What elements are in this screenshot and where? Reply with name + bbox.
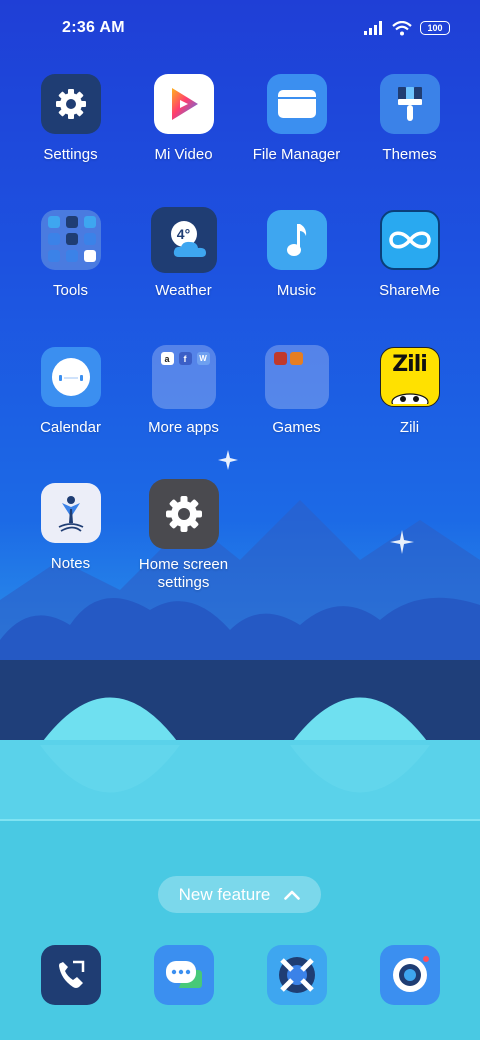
app-label-line1: Home screen [138,556,229,573]
shareme-icon [379,210,440,270]
new-feature-button[interactable]: New feature [158,876,321,913]
zili-logo: Zili [392,352,428,377]
dock-messages[interactable] [154,945,214,1005]
battery-icon: 100 [420,21,450,35]
game-icon [289,352,303,365]
tools-folder-icon [40,210,101,270]
app-mi-video[interactable]: Mi Video [127,74,240,164]
signal-icon [364,21,382,35]
app-file-manager[interactable]: File Manager [240,74,353,164]
facebook-icon: f [178,352,192,365]
zili-icon: Zili [379,347,440,407]
app-shareme[interactable]: ShareMe [353,210,466,300]
brush-icon [379,74,440,134]
amazon-icon: a [160,352,174,365]
camera-icon [393,956,429,992]
app-tools[interactable]: Tools [14,210,127,300]
battery-level: 100 [427,22,443,33]
web-icon: W [196,352,210,365]
app-home-screen-settings[interactable]: Home screen settings [127,479,240,592]
app-label: ShareMe [379,282,440,299]
browser-icon [279,957,315,993]
status-time: 2:36 AM [62,19,125,36]
app-label: Notes [50,555,91,572]
games-folder-icon [264,345,329,409]
dock-phone[interactable] [41,945,101,1005]
app-calendar[interactable]: Calendar [14,347,127,437]
app-zili[interactable]: Zili Zili [353,347,466,437]
dock-camera[interactable] [380,945,440,1005]
folder-preview [273,352,303,365]
app-music[interactable]: Music [240,210,353,300]
app-label: Themes [382,146,437,163]
app-themes[interactable]: Themes [353,74,466,164]
phone-icon [59,960,85,988]
app-label: Calendar [40,419,101,436]
app-settings[interactable]: Settings [14,74,127,164]
app-label-line2: settings [157,574,210,591]
more-apps-folder-icon: a f W [151,345,216,409]
notes-icon [40,483,101,543]
app-more-apps[interactable]: a f W More apps [127,345,240,437]
settings-icon [40,74,101,134]
mi-video-icon [153,74,214,134]
app-label: Mi Video [154,146,213,163]
app-label: File Manager [252,146,341,163]
app-label: Settings [43,146,98,163]
new-feature-label: New feature [178,884,271,904]
dock-browser[interactable] [267,945,327,1005]
app-label: Tools [52,282,89,299]
messages-icon [166,961,202,988]
status-bar: 2:36 AM 100 [0,0,480,56]
app-label: Zili [399,419,420,436]
app-label: Home screen settings [127,556,240,592]
wifi-icon [392,20,412,35]
weather-icon: 4° [150,207,217,273]
app-weather[interactable]: 4° Weather [127,207,240,300]
app-notes[interactable]: Notes [14,483,127,573]
cloud-icon [173,241,206,257]
gear-icon [148,479,219,549]
calendar-icon [40,347,101,407]
status-icons: 100 [364,20,450,36]
app-label: Games [272,419,321,436]
folder-preview: a f W [160,352,210,365]
folder-preview [47,216,96,262]
chevron-up-icon [284,890,301,900]
music-note-icon [266,210,327,270]
game-icon [273,352,287,365]
app-label: Music [276,282,317,299]
folder-icon [266,74,327,134]
app-label: More apps [148,419,219,436]
app-label: Weather [155,282,212,299]
app-games[interactable]: Games [240,345,353,437]
